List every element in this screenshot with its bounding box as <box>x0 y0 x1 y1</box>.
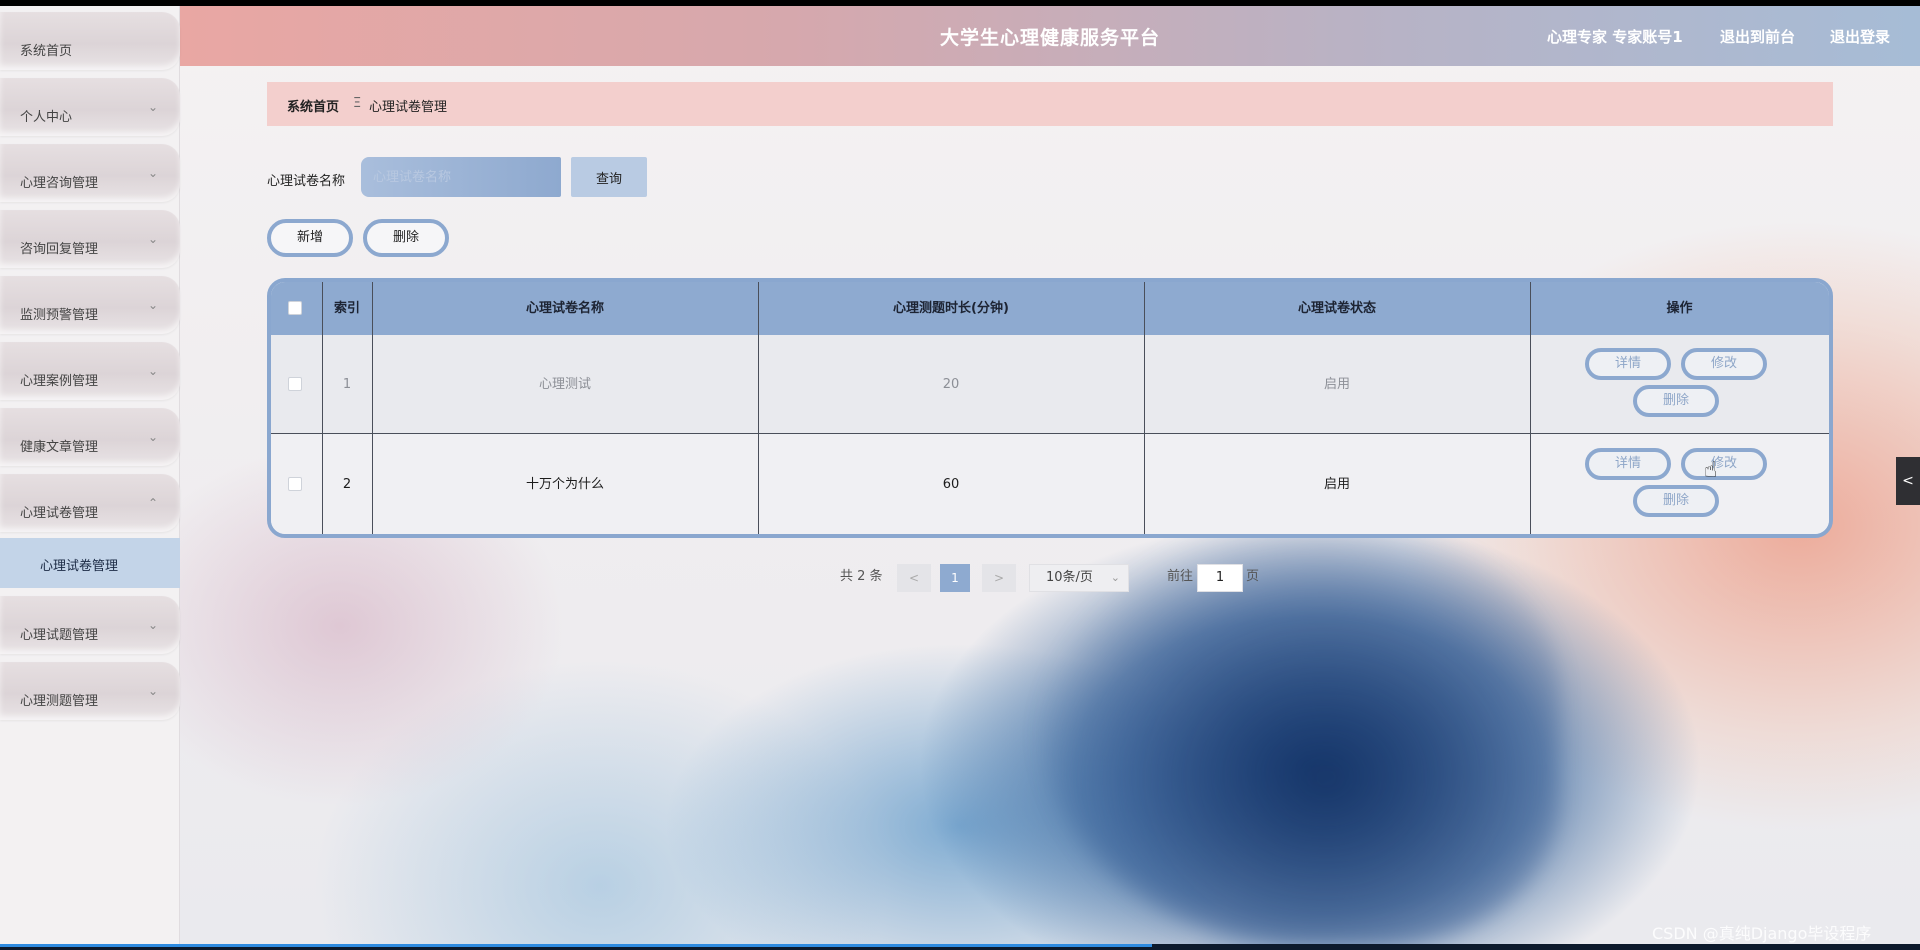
sidebar-item-tests[interactable]: 心理测题管理 ⌄ <box>0 662 180 720</box>
query-button[interactable]: 查询 <box>571 157 647 197</box>
column-divider <box>322 282 323 534</box>
sidebar-item-label: 监测预警管理 <box>20 308 99 323</box>
breadcrumb-home[interactable]: 系统首页 <box>287 96 339 115</box>
breadcrumb: 系统首页 Ξ 心理试卷管理 <box>267 82 1833 126</box>
sidebar-item-label: 咨询回复管理 <box>20 242 99 257</box>
next-page-button[interactable]: > <box>982 564 1016 592</box>
table-header: 索引 心理试卷名称 心理测题时长(分钟) 心理试卷状态 操作 <box>271 282 1829 335</box>
search-label: 心理试卷名称 <box>267 174 346 189</box>
sidebar-item-label: 个人中心 <box>20 110 73 125</box>
sidebar-subitem-label: 心理试卷管理 <box>40 559 119 574</box>
chevron-down-icon: ⌄ <box>147 618 158 632</box>
add-button[interactable]: 新增 <box>267 219 353 257</box>
sidebar-item-articles[interactable]: 健康文章管理 ⌄ <box>0 408 180 466</box>
paper-name-search-input[interactable] <box>361 157 561 197</box>
prev-page-button[interactable]: < <box>897 564 931 592</box>
table-row: 1 心理测试 20 启用 详情 修改 删除 <box>271 335 1829 434</box>
column-header-status: 心理试卷状态 <box>1297 301 1376 316</box>
cell-name: 心理测试 <box>538 377 591 392</box>
cell-index: 2 <box>342 477 352 492</box>
cell-status: 启用 <box>1323 477 1350 492</box>
page-suffix-label: 页 <box>1246 569 1260 584</box>
page-size-value: 10条/页 <box>1046 570 1093 585</box>
column-divider <box>372 282 373 534</box>
cell-status: 启用 <box>1323 377 1350 392</box>
sidebar-item-monitoring[interactable]: 监测预警管理 ⌄ <box>0 276 180 334</box>
breadcrumb-separator-icon: Ξ <box>353 96 362 111</box>
sidebar: 系统首页 个人中心 ⌄ 心理咨询管理 ⌄ 咨询回复管理 ⌄ 监测预警管理 ⌄ 心… <box>0 6 180 944</box>
chevron-down-icon: ⌄ <box>147 100 158 114</box>
sidebar-item-label: 心理测题管理 <box>20 694 99 709</box>
sidebar-item-reply[interactable]: 咨询回复管理 ⌄ <box>0 210 180 268</box>
sidebar-item-home[interactable]: 系统首页 <box>0 12 180 70</box>
sidebar-item-questions[interactable]: 心理试题管理 ⌄ <box>0 596 180 654</box>
sidebar-item-label: 心理试卷管理 <box>20 506 99 521</box>
sidebar-subitem-paper-management[interactable]: 心理试卷管理 <box>0 538 180 588</box>
pagination-total: 共 2 条 <box>840 569 883 584</box>
breadcrumb-current: 心理试卷管理 <box>369 100 448 115</box>
page-number-button[interactable]: 1 <box>940 564 970 592</box>
row-checkbox[interactable] <box>288 377 302 391</box>
sidebar-item-papers[interactable]: 心理试卷管理 ⌃ <box>0 474 180 532</box>
sidebar-item-cases[interactable]: 心理案例管理 ⌄ <box>0 342 180 400</box>
app-frame: 大学生心理健康服务平台 心理专家 专家账号1 退出到前台 退出登录 系统首页 个… <box>0 6 1920 944</box>
cell-duration: 20 <box>942 377 960 392</box>
sidebar-item-label: 心理咨询管理 <box>20 176 99 191</box>
detail-button[interactable]: 详情 <box>1585 348 1671 380</box>
delete-button[interactable]: 删除 <box>1633 485 1719 517</box>
video-progress-fill <box>0 944 1152 947</box>
chevron-down-icon: ⌄ <box>1110 571 1120 584</box>
sidebar-item-label: 系统首页 <box>20 44 73 59</box>
papers-table: 索引 心理试卷名称 心理测题时长(分钟) 心理试卷状态 操作 1 心理测试 20… <box>267 278 1833 538</box>
chevron-down-icon: ⌄ <box>147 364 158 378</box>
table-row: 2 十万个为什么 60 启用 详情 修改 删除 <box>271 435 1829 534</box>
chevron-down-icon: ⌄ <box>147 166 158 180</box>
sidebar-item-label: 心理案例管理 <box>20 374 99 389</box>
cell-name: 十万个为什么 <box>525 477 604 492</box>
edit-button[interactable]: 修改 <box>1681 448 1767 480</box>
chevron-down-icon: ⌄ <box>147 298 158 312</box>
column-divider <box>1530 282 1531 534</box>
goto-page-input[interactable]: 1 <box>1197 564 1243 592</box>
video-progress-bar[interactable] <box>0 944 1920 950</box>
current-user-label[interactable]: 心理专家 专家账号1 <box>1547 26 1683 47</box>
column-divider <box>1144 282 1145 534</box>
sidebar-item-label: 健康文章管理 <box>20 440 99 455</box>
exit-to-front-link[interactable]: 退出到前台 <box>1720 26 1795 47</box>
sidebar-item-consultation[interactable]: 心理咨询管理 ⌄ <box>0 144 180 202</box>
sidebar-item-personal-center[interactable]: 个人中心 ⌄ <box>0 78 180 136</box>
logout-link[interactable]: 退出登录 <box>1830 26 1890 47</box>
goto-label: 前往 <box>1167 569 1194 584</box>
top-header: 大学生心理健康服务平台 心理专家 专家账号1 退出到前台 退出登录 <box>180 6 1920 66</box>
select-all-checkbox[interactable] <box>288 301 302 315</box>
chevron-down-icon: ⌄ <box>147 430 158 444</box>
chevron-down-icon: ⌄ <box>147 684 158 698</box>
page-size-select[interactable]: 10条/页 ⌄ <box>1029 564 1129 592</box>
detail-button[interactable]: 详情 <box>1585 448 1671 480</box>
column-header-name: 心理试卷名称 <box>525 301 604 316</box>
cell-index: 1 <box>342 377 352 392</box>
column-divider <box>758 282 759 534</box>
column-header-actions: 操作 <box>1666 301 1693 316</box>
column-header-duration: 心理测题时长(分钟) <box>893 301 1009 316</box>
sidebar-item-label: 心理试题管理 <box>20 628 99 643</box>
collapse-panel-tab[interactable]: < <box>1896 457 1920 505</box>
cell-duration: 60 <box>942 477 960 492</box>
hand-cursor-icon: ☝ <box>1704 458 1718 483</box>
row-checkbox[interactable] <box>288 477 302 491</box>
column-header-index: 索引 <box>333 301 360 316</box>
watermark: CSDN @真纯Django毕设程序 <box>1652 924 1872 943</box>
chevron-up-icon: ⌃ <box>147 496 158 510</box>
edit-button[interactable]: 修改 <box>1681 348 1767 380</box>
delete-button[interactable]: 删除 <box>1633 385 1719 417</box>
chevron-down-icon: ⌄ <box>147 232 158 246</box>
batch-delete-button[interactable]: 删除 <box>363 219 449 257</box>
